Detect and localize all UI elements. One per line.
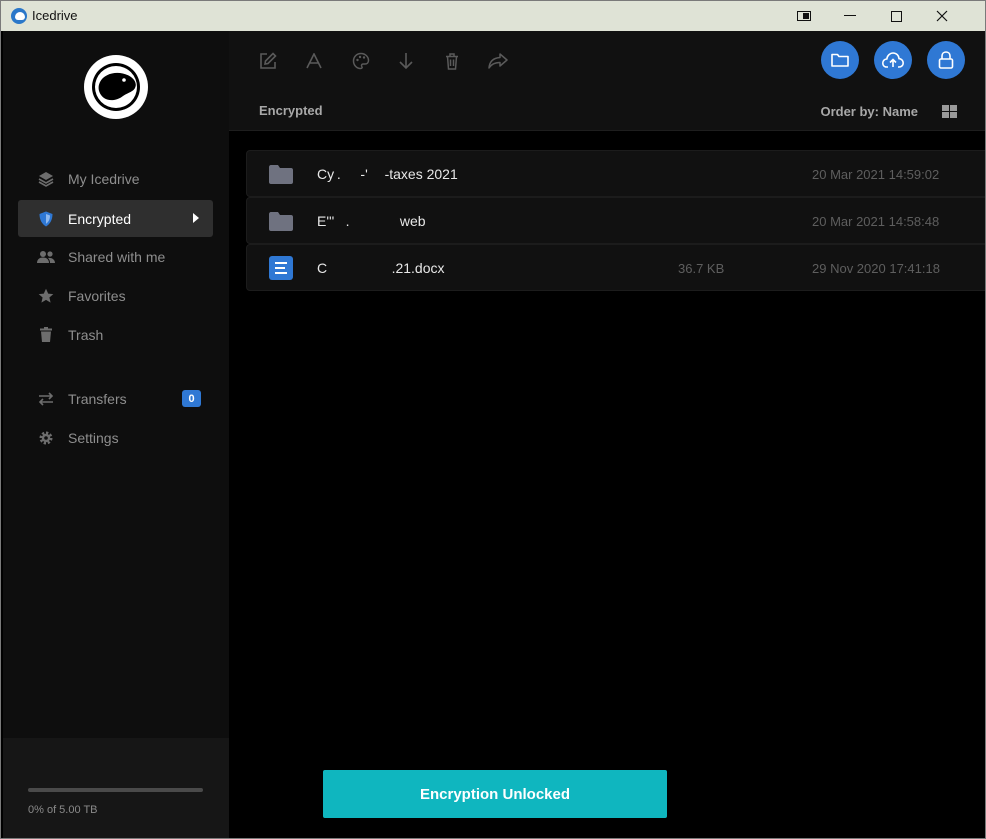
gear-icon (36, 428, 56, 448)
lock-button[interactable] (927, 41, 965, 79)
main-content: Encrypted Order by: Name Cy . -' -taxes … (229, 31, 985, 838)
star-icon (36, 286, 56, 306)
storage-usage-text: 0% of 5.00 TB (28, 804, 98, 816)
document-icon (269, 256, 293, 280)
file-name: Cy . -' -taxes 2021 (317, 166, 458, 182)
sidebar-item-label: Settings (68, 429, 119, 446)
storage-panel: 0% of 5.00 TB (3, 738, 229, 838)
upload-button[interactable] (874, 41, 912, 79)
sidebar-item-label: Transfers (68, 390, 127, 407)
toolbar: Encrypted Order by: Name (229, 31, 985, 131)
users-icon (36, 247, 56, 267)
shield-icon (36, 209, 56, 229)
grid-view-icon[interactable] (942, 105, 957, 118)
transfers-count-badge: 0 (182, 390, 201, 407)
file-row-folder-2[interactable]: E''' . web 20 Mar 2021 14:58:48 (246, 197, 985, 244)
sidebar-item-transfers[interactable]: Transfers 0 (18, 380, 213, 417)
rename-icon[interactable] (303, 50, 325, 72)
trash-icon (36, 325, 56, 345)
storage-usage-bar (28, 788, 203, 792)
caret-right-icon (193, 213, 199, 223)
file-list: Cy . -' -taxes 2021 20 Mar 2021 14:59:02… (246, 150, 985, 291)
lock-icon (938, 51, 954, 69)
cloud-upload-icon (882, 52, 904, 68)
sidebar-item-my-icedrive[interactable]: My Icedrive (18, 160, 213, 197)
edit-icon[interactable] (257, 50, 279, 72)
new-folder-button[interactable] (821, 41, 859, 79)
layers-icon (36, 169, 56, 189)
close-button[interactable] (919, 1, 965, 31)
bear-icon (92, 63, 140, 111)
file-row-document[interactable]: C .21.docx 36.7 KB 29 Nov 2020 17:41:18 (246, 244, 985, 291)
folder-icon (831, 53, 849, 67)
sidebar-item-encrypted[interactable]: Encrypted (18, 200, 213, 237)
file-date: 29 Nov 2020 17:41:18 (812, 261, 940, 276)
sidebar-item-shared[interactable]: Shared with me (18, 238, 213, 275)
sidebar-item-trash[interactable]: Trash (18, 316, 213, 353)
sidebar-item-settings[interactable]: Settings (18, 419, 213, 456)
order-by-dropdown[interactable]: Order by: Name (820, 104, 918, 119)
minimize-button[interactable] (827, 1, 873, 31)
palette-icon[interactable] (350, 50, 372, 72)
sidebar-item-label: Encrypted (68, 210, 132, 227)
folder-icon (269, 163, 293, 185)
file-size: 36.7 KB (678, 261, 725, 276)
download-icon[interactable] (395, 50, 417, 72)
encryption-unlocked-toast: Encryption Unlocked (323, 770, 667, 818)
file-date: 20 Mar 2021 14:59:02 (812, 167, 940, 182)
sidebar-item-label: My Icedrive (68, 170, 140, 187)
sidebar-item-label: Shared with me (68, 248, 166, 265)
file-row-folder-1[interactable]: Cy . -' -taxes 2021 20 Mar 2021 14:59:02 (246, 150, 985, 197)
icedrive-logo (84, 55, 148, 119)
file-name: C .21.docx (317, 260, 445, 276)
snap-icon[interactable] (781, 1, 827, 31)
title-bar: Icedrive (1, 1, 985, 31)
app-window: Icedrive My Icedrive Encrypted Shared wi… (0, 0, 986, 839)
maximize-button[interactable] (873, 1, 919, 31)
app-logo-icon (11, 8, 27, 24)
folder-icon (269, 210, 293, 232)
sidebar-item-label: Trash (68, 326, 104, 343)
delete-icon[interactable] (441, 50, 463, 72)
transfer-icon (36, 389, 56, 409)
sidebar: My Icedrive Encrypted Shared with me Fav… (3, 31, 229, 838)
file-name: E''' . web (317, 213, 426, 229)
sidebar-item-favorites[interactable]: Favorites (18, 277, 213, 314)
sidebar-item-label: Favorites (68, 287, 126, 304)
window-title: Icedrive (32, 8, 78, 23)
share-icon[interactable] (487, 50, 509, 72)
file-date: 20 Mar 2021 14:58:48 (812, 214, 940, 229)
breadcrumb[interactable]: Encrypted (259, 103, 323, 118)
